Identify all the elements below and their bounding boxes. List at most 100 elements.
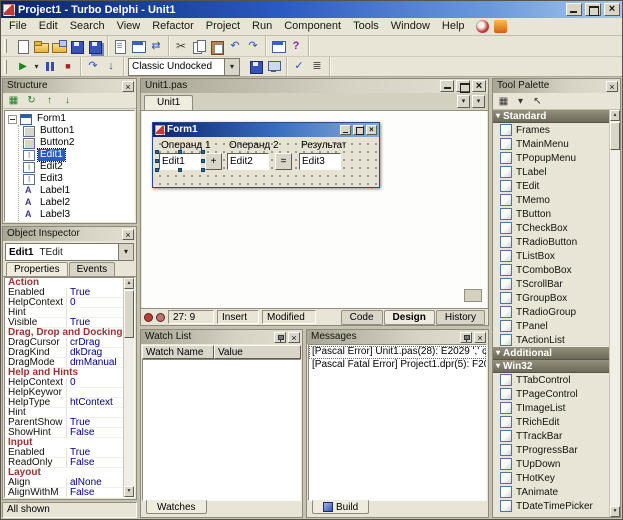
- scrollbar-track[interactable]: [610, 151, 620, 506]
- title-bar[interactable]: Project1 - Turbo Delphi - Unit1: [1, 1, 622, 18]
- property-value[interactable]: [67, 408, 123, 417]
- property-value[interactable]: alNone: [67, 478, 123, 487]
- tab-design[interactable]: Design: [384, 310, 435, 325]
- edit3-field[interactable]: Edit3: [299, 153, 341, 170]
- chevron-down-icon[interactable]: [224, 59, 239, 75]
- view-options-icon[interactable]: ▦: [6, 94, 21, 108]
- selection-handle[interactable]: [201, 159, 205, 163]
- scroll-up-icon[interactable]: [124, 278, 134, 289]
- stop-button[interactable]: ■: [59, 58, 77, 75]
- property-value[interactable]: False: [67, 458, 123, 467]
- move-up-icon[interactable]: ↑: [42, 94, 57, 108]
- watch-list-body[interactable]: [142, 359, 301, 501]
- palette-item[interactable]: TActionList: [493, 333, 609, 347]
- scroll-down-icon[interactable]: [610, 506, 620, 517]
- messages-caption[interactable]: Messages: [307, 330, 488, 344]
- maximize-button[interactable]: [585, 3, 601, 16]
- palette-item[interactable]: TLabel: [493, 165, 609, 179]
- property-row[interactable]: AlignWithM False: [5, 488, 123, 497]
- borland-logo-icon[interactable]: [476, 20, 489, 33]
- property-row[interactable]: DragMode dmManual: [5, 358, 123, 368]
- view-unit-icon[interactable]: [111, 38, 129, 55]
- palette-item[interactable]: TGroupBox: [493, 291, 609, 305]
- property-value[interactable]: True: [67, 448, 123, 457]
- toolbar-grip[interactable]: [4, 60, 7, 74]
- property-category[interactable]: Input: [5, 438, 123, 448]
- plus-button[interactable]: +: [205, 153, 222, 170]
- scroll-up-icon[interactable]: [610, 110, 620, 121]
- palette-item[interactable]: Frames: [493, 123, 609, 137]
- equals-button[interactable]: =: [275, 153, 292, 170]
- palette-item[interactable]: TUpDown: [493, 457, 609, 471]
- tab-watches[interactable]: Watches: [146, 500, 207, 514]
- property-value[interactable]: False: [67, 488, 123, 497]
- menu-item[interactable]: Help: [436, 18, 471, 35]
- tree-item[interactable]: Edit3: [23, 173, 134, 185]
- property-row[interactable]: Align alNone: [5, 478, 123, 488]
- palette-item[interactable]: THotKey: [493, 471, 609, 485]
- property-category[interactable]: Drag, Drop and Docking: [5, 328, 123, 338]
- message-line[interactable]: [Pascal Error] Unit1.pas(28): E2029 ',' …: [309, 346, 486, 359]
- property-category[interactable]: Layout: [5, 468, 123, 478]
- build-icon[interactable]: ≣: [308, 58, 326, 75]
- property-value[interactable]: True: [67, 418, 123, 427]
- palette-item[interactable]: TRichEdit: [493, 415, 609, 429]
- close-icon[interactable]: [474, 332, 486, 343]
- property-row[interactable]: Visible True: [5, 318, 123, 328]
- palette-category-header[interactable]: ▾ Additional: [493, 347, 609, 360]
- palette-item[interactable]: TRadioButton: [493, 235, 609, 249]
- watch-list-caption[interactable]: Watch List: [141, 330, 302, 344]
- scrollbar-track[interactable]: [124, 339, 134, 486]
- palette-item[interactable]: TDateTimePicker: [493, 499, 609, 513]
- palette-item[interactable]: TComboBox: [493, 263, 609, 277]
- form-body[interactable]: Операнд 1 Операнд 2 Результат Edit1 + Ed…: [153, 137, 379, 187]
- property-value[interactable]: 0: [67, 298, 123, 307]
- tab-dropdown-icon[interactable]: [457, 95, 470, 108]
- tab-history[interactable]: History: [436, 310, 485, 325]
- tree-item[interactable]: Label2: [23, 197, 134, 209]
- palette-item[interactable]: TAnimate: [493, 485, 609, 499]
- designed-form[interactable]: Form1 Операнд 1 Операнд 2 Результат Edit…: [152, 122, 380, 188]
- chevron-down-icon[interactable]: ▾: [513, 94, 528, 108]
- property-category[interactable]: Action: [5, 278, 123, 288]
- save-all-icon[interactable]: [86, 38, 104, 55]
- selection-handle[interactable]: [155, 150, 159, 154]
- tree-item[interactable]: Edit1: [23, 149, 134, 161]
- menu-item[interactable]: Edit: [33, 18, 64, 35]
- column-value[interactable]: Value: [214, 345, 301, 359]
- tab-code[interactable]: Code: [341, 310, 383, 325]
- menu-item[interactable]: File: [3, 18, 33, 35]
- close-icon[interactable]: [472, 80, 486, 92]
- column-watch-name[interactable]: Watch Name: [142, 345, 214, 359]
- property-value[interactable]: dkDrag: [67, 348, 123, 357]
- run-dropdown-icon[interactable]: ▾: [32, 58, 41, 75]
- selection-handle[interactable]: [155, 159, 159, 163]
- cut-icon[interactable]: ✂: [172, 38, 190, 55]
- property-row[interactable]: HelpKeywor: [5, 388, 123, 398]
- close-icon[interactable]: [606, 81, 618, 92]
- palette-item[interactable]: TRadioGroup: [493, 305, 609, 319]
- property-row[interactable]: DragCursor crDrag: [5, 338, 123, 348]
- property-row[interactable]: HelpContext 0: [5, 298, 123, 308]
- palette-item[interactable]: TMainMenu: [493, 137, 609, 151]
- property-value[interactable]: True: [67, 318, 123, 327]
- pause-button[interactable]: [41, 58, 59, 75]
- close-button[interactable]: [604, 3, 620, 16]
- menu-item[interactable]: Tools: [347, 18, 385, 35]
- menu-item[interactable]: Run: [246, 18, 278, 35]
- set-debug-desktop-icon[interactable]: [265, 58, 283, 75]
- property-value[interactable]: False: [67, 428, 123, 437]
- palette-item[interactable]: TEdit: [493, 179, 609, 193]
- property-row[interactable]: Hint: [5, 308, 123, 318]
- save-icon[interactable]: [68, 38, 86, 55]
- trace-into-icon[interactable]: ↓: [102, 58, 120, 75]
- palette-item[interactable]: TPopupMenu: [493, 151, 609, 165]
- property-row[interactable]: ReadOnly False: [5, 458, 123, 468]
- step-over-icon[interactable]: ↷: [84, 58, 102, 75]
- menu-item[interactable]: View: [111, 18, 147, 35]
- property-value[interactable]: 0: [67, 378, 123, 387]
- desktop-layout-select[interactable]: Classic Undocked: [128, 58, 240, 76]
- play-macro-button[interactable]: [156, 313, 165, 322]
- selection-handle[interactable]: [201, 150, 205, 154]
- tree-item[interactable]: Button2: [23, 137, 134, 149]
